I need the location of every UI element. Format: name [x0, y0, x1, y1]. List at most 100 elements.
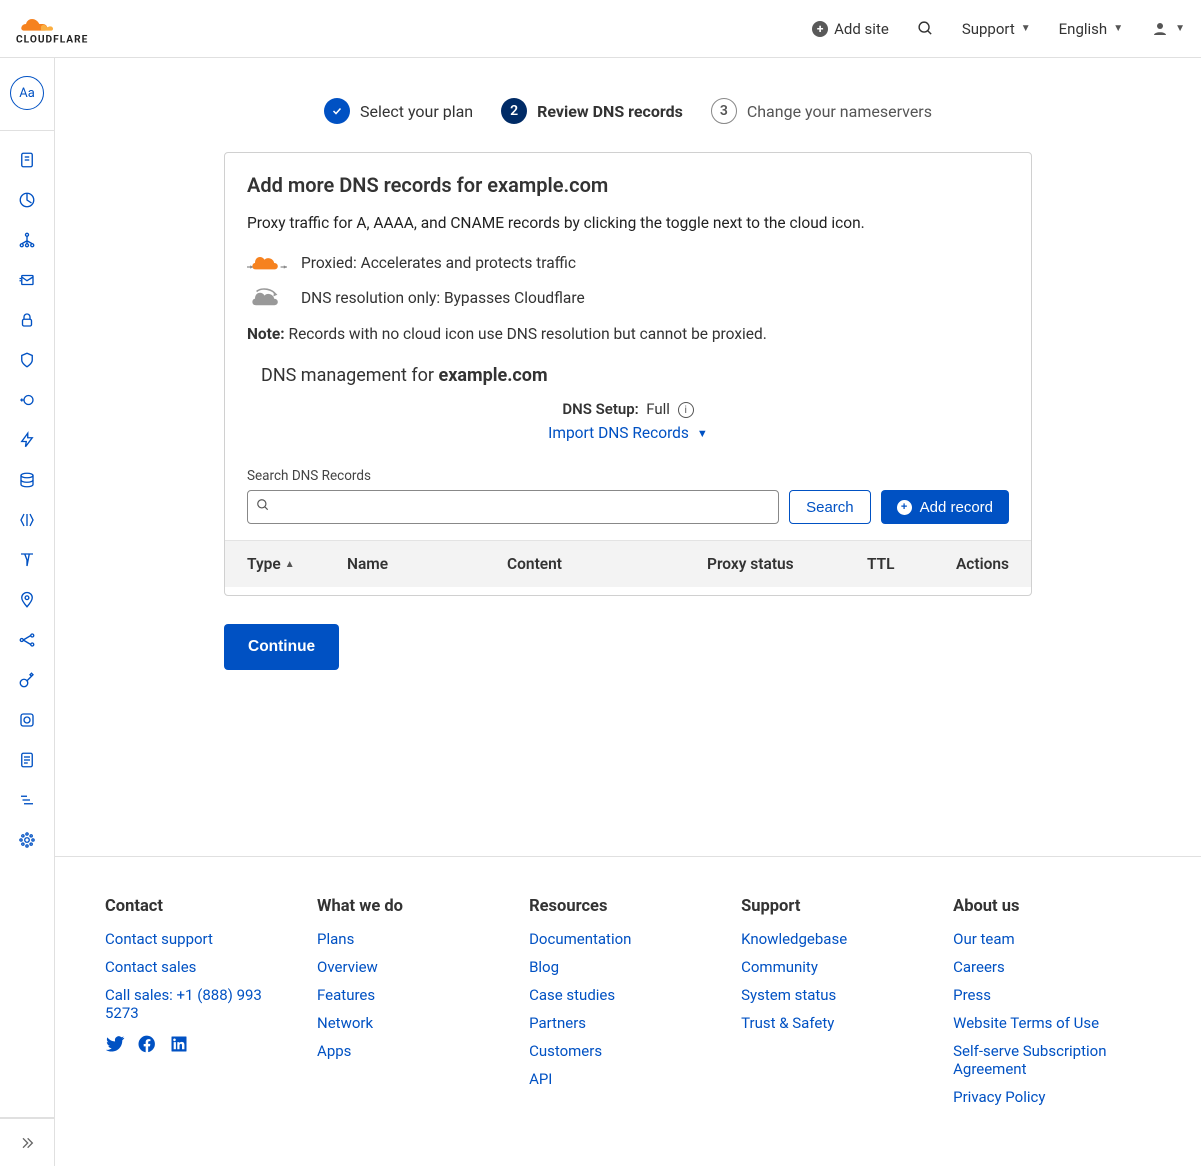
- apps-icon[interactable]: [18, 711, 36, 729]
- proxied-legend: Proxied: Accelerates and protects traffi…: [247, 253, 1009, 273]
- add-site-label: Add site: [834, 20, 889, 38]
- col-proxy-status[interactable]: Proxy status: [707, 555, 867, 573]
- footer-link[interactable]: System status: [741, 986, 913, 1004]
- speed-icon[interactable]: [18, 431, 36, 449]
- footer-link[interactable]: Network: [317, 1014, 489, 1032]
- ssl-icon[interactable]: [18, 311, 36, 329]
- search-dns-input-wrap: [247, 490, 779, 524]
- custom-pages-icon[interactable]: [18, 671, 36, 689]
- footer-heading: Contact: [105, 897, 277, 916]
- search-dns-input[interactable]: [247, 490, 779, 524]
- col-content[interactable]: Content: [507, 555, 707, 573]
- step-1-label: Select your plan: [360, 102, 473, 121]
- footer-link[interactable]: Knowledgebase: [741, 930, 913, 948]
- info-icon[interactable]: i: [678, 402, 694, 418]
- footer-link[interactable]: Our team: [953, 930, 1151, 948]
- account-menu[interactable]: ▼: [1151, 20, 1185, 38]
- footer-link[interactable]: Trust & Safety: [741, 1014, 913, 1032]
- footer-link[interactable]: Contact sales: [105, 958, 277, 976]
- dns-management-title: DNS management for example.com: [247, 365, 1009, 386]
- header: CLOUDFLARE + Add site Support ▼ English …: [0, 0, 1201, 58]
- step-number: 3: [711, 98, 737, 124]
- add-site-button[interactable]: + Add site: [812, 20, 889, 38]
- email-icon[interactable]: [18, 271, 36, 289]
- footer-link[interactable]: API: [529, 1070, 701, 1088]
- rules-icon[interactable]: [18, 551, 36, 569]
- site-avatar[interactable]: Aa: [10, 76, 44, 110]
- expand-sidebar-button[interactable]: [0, 1118, 54, 1166]
- language-label: English: [1059, 20, 1108, 38]
- import-dns-link[interactable]: Import DNS Records ▼: [548, 424, 708, 442]
- zaraz-icon[interactable]: [18, 791, 36, 809]
- stepper: Select your plan 2 Review DNS records 3 …: [55, 98, 1201, 124]
- scrape-shield-icon[interactable]: [18, 751, 36, 769]
- dns-icon[interactable]: [18, 231, 36, 249]
- network-icon[interactable]: [18, 591, 36, 609]
- plus-circle-icon: +: [812, 21, 828, 37]
- step-3: 3 Change your nameservers: [711, 98, 932, 124]
- footer-link[interactable]: Self-serve Subscription Agreement: [953, 1042, 1151, 1078]
- footer-link[interactable]: Website Terms of Use: [953, 1014, 1151, 1032]
- chevron-double-right-icon: [19, 1135, 35, 1151]
- footer-link[interactable]: Call sales: +1 (888) 993 5273: [105, 986, 277, 1022]
- footer-link[interactable]: Community: [741, 958, 913, 976]
- footer-link[interactable]: Features: [317, 986, 489, 1004]
- footer-heading: Resources: [529, 897, 701, 916]
- step-1[interactable]: Select your plan: [324, 98, 473, 124]
- chevron-down-icon: ▼: [1113, 23, 1123, 34]
- chevron-down-icon: ▼: [1175, 23, 1185, 34]
- footer-link[interactable]: Documentation: [529, 930, 701, 948]
- panel-title: Add more DNS records for example.com: [247, 173, 1009, 197]
- panel-note: Note: Records with no cloud icon use DNS…: [247, 325, 1009, 343]
- footer-link[interactable]: Overview: [317, 958, 489, 976]
- col-type[interactable]: Type ▲: [247, 555, 347, 573]
- step-number: 2: [501, 98, 527, 124]
- step-2: 2 Review DNS records: [501, 98, 683, 124]
- dns-only-text: DNS resolution only: Bypasses Cloudflare: [301, 289, 585, 307]
- search-button[interactable]: [917, 20, 934, 37]
- search-icon: [917, 20, 934, 37]
- overview-icon[interactable]: [18, 151, 36, 169]
- footer-link[interactable]: Partners: [529, 1014, 701, 1032]
- access-icon[interactable]: [18, 391, 36, 409]
- twitter-icon[interactable]: [105, 1034, 125, 1058]
- cloud-orange-icon: [247, 253, 287, 273]
- cloudflare-logo[interactable]: CLOUDFLARE: [16, 12, 116, 46]
- panel-lead: Proxy traffic for A, AAAA, and CNAME rec…: [247, 211, 1009, 235]
- security-icon[interactable]: [18, 351, 36, 369]
- footer-col-about: About us Our team Careers Press Website …: [953, 897, 1151, 1116]
- facebook-icon[interactable]: [137, 1034, 157, 1058]
- footer-col-contact: Contact Contact support Contact sales Ca…: [105, 897, 277, 1116]
- sort-asc-icon: ▲: [285, 559, 295, 570]
- continue-button[interactable]: Continue: [224, 624, 339, 670]
- footer-link[interactable]: Press: [953, 986, 1151, 1004]
- footer-col-what-we-do: What we do Plans Overview Features Netwo…: [317, 897, 489, 1116]
- col-name[interactable]: Name: [347, 555, 507, 573]
- footer-link[interactable]: Case studies: [529, 986, 701, 1004]
- footer-link[interactable]: Customers: [529, 1042, 701, 1060]
- support-menu[interactable]: Support ▼: [962, 20, 1031, 38]
- traffic-icon[interactable]: [18, 631, 36, 649]
- footer-link[interactable]: Careers: [953, 958, 1151, 976]
- col-ttl[interactable]: TTL: [867, 555, 947, 573]
- cloud-gray-icon: [247, 287, 287, 309]
- footer-link[interactable]: Contact support: [105, 930, 277, 948]
- check-icon: [324, 98, 350, 124]
- add-record-button[interactable]: + Add record: [881, 490, 1009, 524]
- footer-link[interactable]: Plans: [317, 930, 489, 948]
- footer-link[interactable]: Apps: [317, 1042, 489, 1060]
- plus-circle-icon: +: [897, 500, 912, 515]
- language-menu[interactable]: English ▼: [1059, 20, 1123, 38]
- footer-link[interactable]: Blog: [529, 958, 701, 976]
- col-actions: Actions: [947, 555, 1009, 573]
- dns-setup-row: DNS Setup: Full i: [247, 400, 1009, 418]
- footer-heading: Support: [741, 897, 913, 916]
- analytics-icon[interactable]: [18, 191, 36, 209]
- caching-icon[interactable]: [18, 471, 36, 489]
- search-button[interactable]: Search: [789, 490, 871, 524]
- linkedin-icon[interactable]: [169, 1034, 189, 1058]
- web3-icon[interactable]: [18, 831, 36, 849]
- chevron-down-icon: ▼: [697, 427, 708, 440]
- workers-icon[interactable]: [18, 511, 36, 529]
- footer-link[interactable]: Privacy Policy: [953, 1088, 1151, 1106]
